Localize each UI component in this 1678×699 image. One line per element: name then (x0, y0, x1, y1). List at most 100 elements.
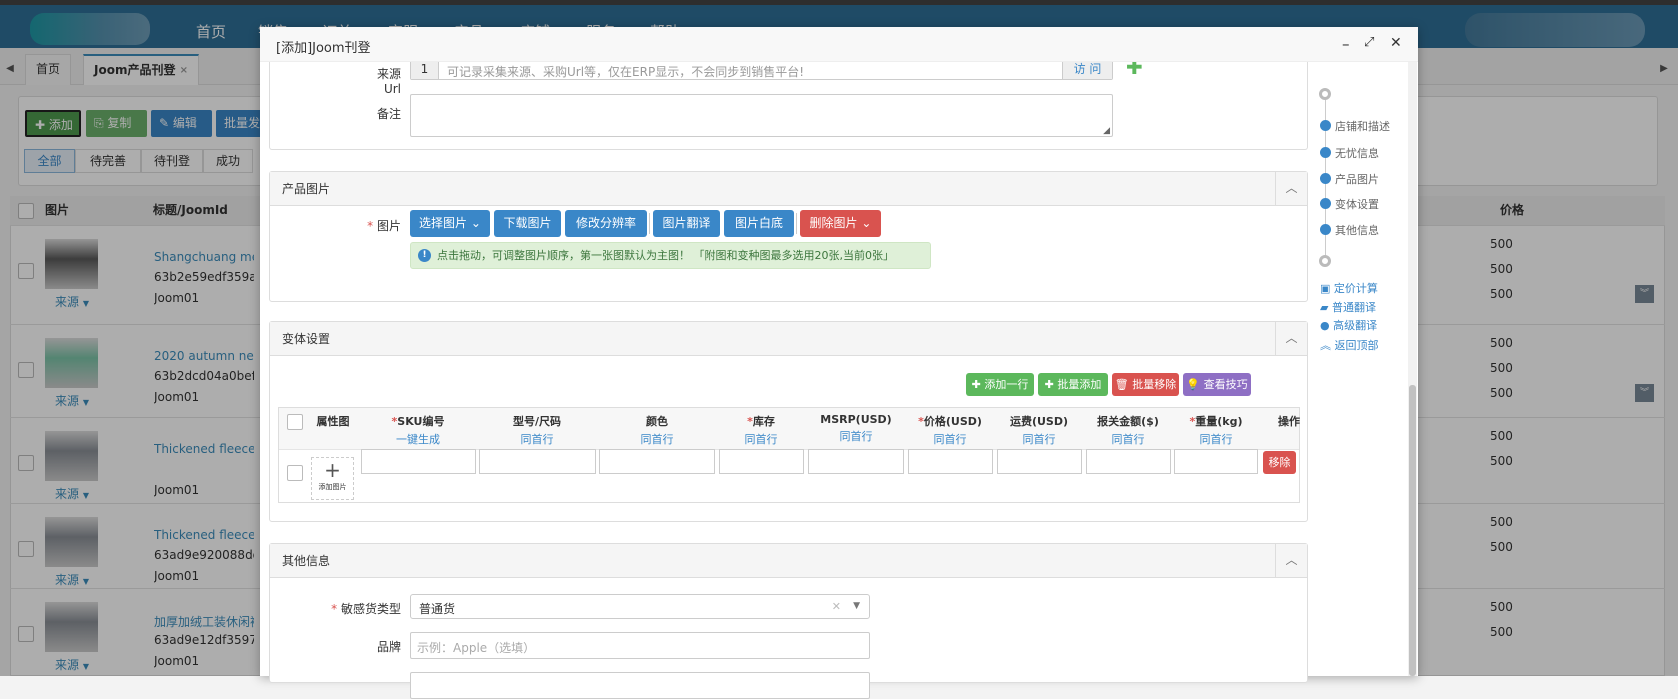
scrollbar-thumb[interactable] (1409, 385, 1416, 676)
stock-input[interactable] (719, 449, 804, 474)
divider (796, 213, 797, 234)
label: 查看技巧 (1203, 378, 1248, 391)
sidenav-top-circle (1319, 88, 1331, 100)
column-label: 运费(USD) (1009, 415, 1069, 428)
images-label-text: 图片 (376, 219, 401, 233)
label: 高级翻译 (1333, 319, 1378, 332)
back-to-top-link[interactable]: ︽ 返回顶部 (1320, 337, 1379, 353)
section-header: 其他信息 (270, 544, 1307, 578)
modal-scrollbar[interactable] (1408, 62, 1417, 676)
images-label: * 图片 (367, 219, 401, 233)
source-url-placeholder: 可记录采集来源、采购Url等，仅在ERP显示，不会同步到销售平台! (447, 65, 805, 79)
sidenav-item[interactable]: 店铺和描述 (1335, 118, 1390, 134)
sidenav-item[interactable]: 产品图片 (1335, 171, 1379, 187)
variant-column-header: *库存 同首行 (706, 413, 816, 447)
column-label: 价格(USD) (923, 415, 982, 428)
select-images-button[interactable]: 选择图片 ⌄ (410, 210, 490, 237)
label-text: 敏感货类型 (340, 602, 401, 616)
view-tips-button[interactable]: 💡 查看技巧 (1183, 373, 1251, 396)
size-input[interactable] (479, 449, 596, 474)
variant-column-header: 型号/尺码同首行 (482, 413, 592, 447)
remove-row-button[interactable]: 移除 (1263, 451, 1296, 474)
visit-button[interactable]: 访 问 (1062, 60, 1112, 79)
tip-text: 点击拖动，可调整图片顺序，第一张图默认为主图！ 「附图和变种图最多选用20张,当… (437, 249, 894, 262)
collapse-chevron-icon[interactable]: ︿ (1275, 322, 1307, 355)
delete-images-button[interactable]: 删除图片 ⌄ (800, 210, 881, 237)
add-image-label: 添加图片 (318, 483, 347, 491)
section-title: 其他信息 (282, 554, 331, 568)
msrp-input[interactable] (808, 449, 904, 474)
advanced-translate-link[interactable]: ● 高级翻译 (1320, 317, 1377, 333)
section-title: 变体设置 (282, 332, 331, 346)
price-input[interactable] (908, 449, 993, 474)
add-attribute-image-button[interactable]: + 添加图片 (311, 457, 354, 500)
money-icon: ▣ (1320, 282, 1331, 295)
column-label: 报关金额($) (1097, 415, 1159, 428)
batch-remove-button[interactable]: 🗑 批量移除 (1112, 373, 1179, 396)
collapse-chevron-icon[interactable]: ︿ (1275, 172, 1307, 205)
resize-handle-icon[interactable]: ◢ (1103, 126, 1110, 136)
sensitive-type-select[interactable]: 普通货 ✕ ▼ (410, 594, 870, 619)
info-icon: ! (418, 249, 431, 262)
column-action-link[interactable]: 一键生成 (363, 431, 473, 447)
label: 批量添加 (1057, 378, 1102, 391)
add-row-button[interactable]: ✚ 添加一行 (966, 373, 1034, 396)
label: 删除图片 (809, 216, 858, 230)
label: 定价计算 (1333, 282, 1378, 295)
normal-translate-link[interactable]: ▰ 普通翻译 (1320, 299, 1376, 315)
column-action-link[interactable]: 同首行 (1161, 431, 1271, 447)
sidenav-dot-icon (1320, 224, 1331, 235)
pricing-calculator-link[interactable]: ▣ 定价计算 (1320, 280, 1378, 296)
remark-label: 备注 (376, 107, 401, 121)
variant-column-header: *SKU编号 一键生成 (363, 413, 473, 447)
label: 返回顶部 (1334, 339, 1379, 352)
minimize-icon[interactable]: – (1342, 35, 1350, 53)
modal-title: [添加]Joom刊登 (276, 41, 371, 56)
sku-input[interactable] (361, 449, 476, 474)
sidenav-dot-icon (1320, 173, 1331, 184)
shipping-input[interactable] (997, 449, 1082, 474)
column-action-link[interactable]: 同首行 (482, 431, 592, 447)
section-header: 产品图片 (270, 172, 1307, 206)
modal-header: [添加]Joom刊登 – ⤢ ✕ (260, 27, 1418, 62)
batch-add-button[interactable]: ✚ 批量添加 (1038, 373, 1108, 396)
double-up-icon: ︽ (1320, 339, 1331, 352)
brand-label: 品牌 (376, 640, 401, 654)
variant-column-header: 颜色 同首行 (602, 413, 712, 447)
column-label: 型号/尺码 (512, 415, 562, 428)
sidenav-item[interactable]: 变体设置 (1335, 196, 1379, 212)
weight-input[interactable] (1174, 449, 1258, 474)
declared-value-input[interactable] (1086, 449, 1171, 474)
brand-placeholder: 示例：Apple（选填） (417, 641, 536, 655)
close-icon[interactable]: ✕ (1390, 35, 1402, 51)
maximize-icon[interactable]: ⤢ (1364, 35, 1374, 50)
sidenav-bottom-circle (1319, 255, 1331, 267)
color-input[interactable] (599, 449, 715, 474)
column-action-link[interactable]: 同首行 (602, 431, 712, 447)
variant-column-header: 操作 (1234, 413, 1344, 429)
clear-icon[interactable]: ✕ (832, 600, 841, 613)
label: 批量移除 (1132, 378, 1177, 391)
column-action-link[interactable]: 同首行 (706, 431, 816, 447)
joom-listing-modal: [添加]Joom刊登 – ⤢ ✕ 来源Url 1 可记录采集来源、采购Url等，… (260, 27, 1418, 699)
dropdown-arrow-icon[interactable]: ▼ (853, 601, 860, 611)
change-resolution-button[interactable]: 修改分辨率 (565, 210, 647, 237)
column-label: 属性图 (316, 415, 350, 428)
brand-input[interactable]: 示例：Apple（选填） (410, 632, 870, 659)
source-url-label: 来源Url (376, 67, 401, 96)
source-url-prefix: 1 (411, 60, 439, 79)
source-url-input[interactable]: 1 可记录采集来源、采购Url等，仅在ERP显示，不会同步到销售平台! 访 问 (410, 59, 1113, 80)
selected-value: 普通货 (419, 602, 456, 616)
variant-row-checkbox[interactable] (287, 465, 303, 481)
sidenav-item[interactable]: 无忧信息 (1335, 145, 1379, 161)
remark-textarea[interactable]: ◢ (410, 94, 1113, 137)
white-background-button[interactable]: 图片白底 (724, 210, 794, 237)
column-label: 颜色 (646, 415, 668, 428)
next-field-input[interactable] (410, 672, 870, 699)
download-images-button[interactable]: 下载图片 (494, 210, 561, 237)
translate-images-button[interactable]: 图片翻译 (653, 210, 720, 237)
section-header: 变体设置 (270, 322, 1307, 356)
column-label: 库存 (752, 415, 775, 428)
collapse-chevron-icon[interactable]: ︿ (1275, 544, 1307, 577)
sidenav-item[interactable]: 其他信息 (1335, 222, 1379, 238)
